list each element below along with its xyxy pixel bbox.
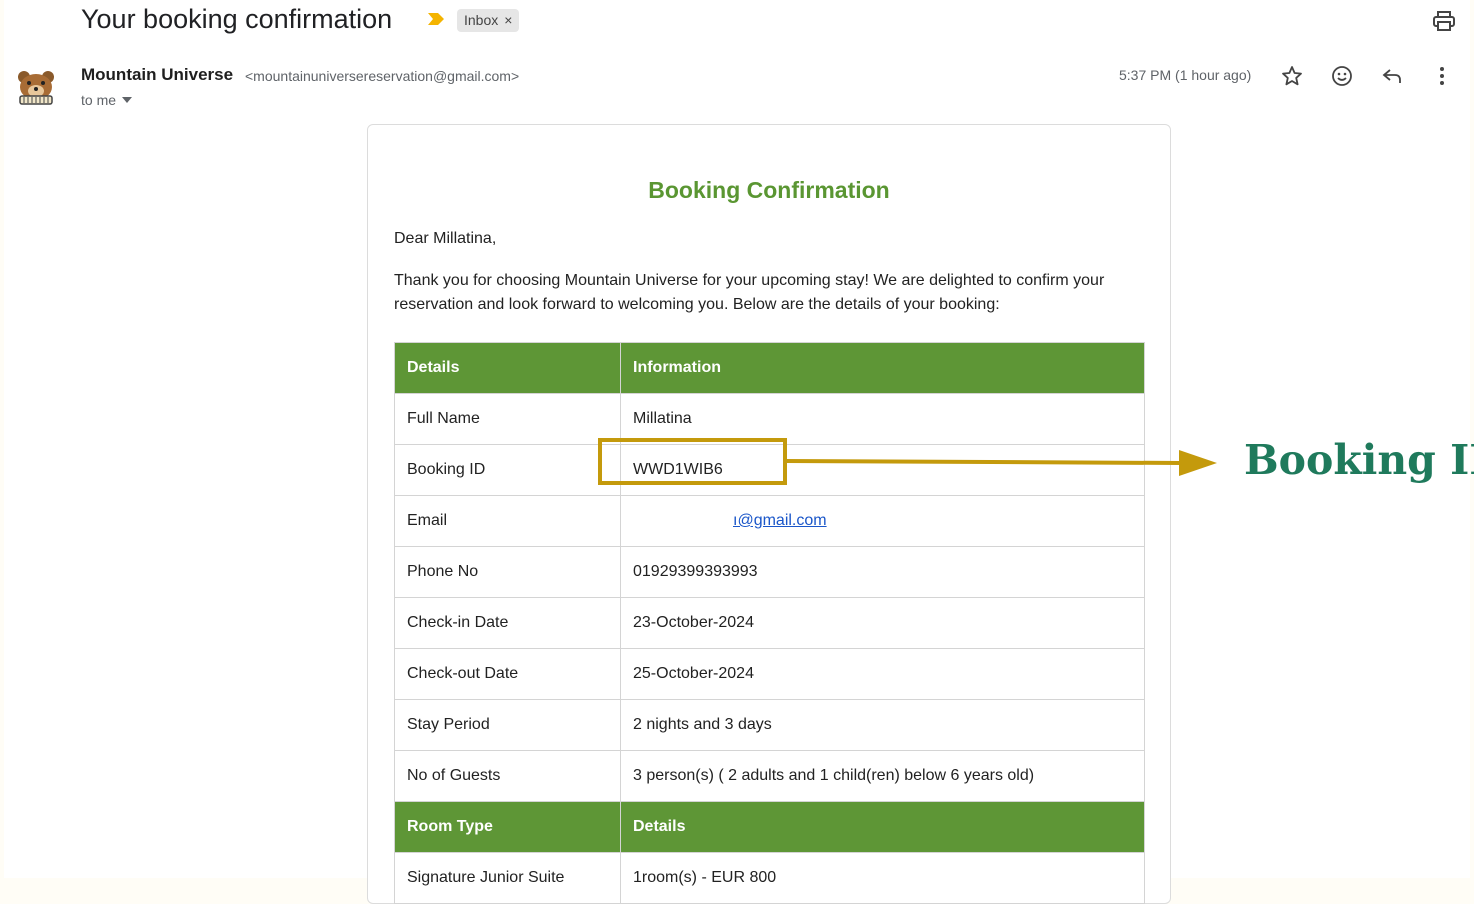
row-label: No of Guests — [394, 750, 621, 802]
email-timestamp: 5:37 PM (1 hour ago) — [1119, 67, 1252, 83]
table-row: Signature Junior Suite 1room(s) - EUR 80… — [394, 852, 1145, 904]
table-header-row: Details Information — [394, 342, 1145, 394]
row-value: 23-October-2024 — [620, 597, 1145, 649]
row-label: Check-out Date — [394, 648, 621, 700]
greeting: Dear Millatina, — [394, 230, 497, 247]
table-row: Check-out Date 25-October-2024 — [394, 648, 1145, 700]
table-row: Email xı@gmail.com — [394, 495, 1145, 547]
annotation-label: Booking ID — [1244, 436, 1474, 484]
header-room-type: Room Type — [394, 801, 621, 853]
intro-paragraph: Thank you for choosing Mountain Universe… — [394, 272, 1105, 313]
email-link[interactable]: ı@gmail.com — [733, 512, 827, 529]
more-vert-icon[interactable] — [1430, 64, 1454, 88]
remove-label-button[interactable]: × — [504, 9, 512, 32]
booking-table: Details Information Full Name Millatina … — [394, 342, 1145, 904]
row-value: 1room(s) - EUR 800 — [620, 852, 1145, 904]
email-subject: Your booking confirmation — [81, 4, 393, 34]
row-label: Check-in Date — [394, 597, 621, 649]
recipient-text: to me — [81, 92, 117, 108]
row-label: Full Name — [394, 393, 621, 445]
room-header-row: Room Type Details — [394, 801, 1145, 853]
table-row: Full Name Millatina — [394, 393, 1145, 445]
row-value: 3 person(s) ( 2 adults and 1 child(ren) … — [620, 750, 1145, 802]
row-value: Millatina — [620, 393, 1145, 445]
sender-name: Mountain Universe — [81, 65, 234, 84]
sender-email: <mountainuniversereservation@gmail.com> — [245, 68, 520, 84]
row-value: 2 nights and 3 days — [620, 699, 1145, 751]
row-label: Booking ID — [394, 444, 621, 496]
row-label: Signature Junior Suite — [394, 852, 621, 904]
table-row: Check-in Date 23-October-2024 — [394, 597, 1145, 649]
email-body-card: Booking Confirmation Dear Millatina, Tha… — [367, 124, 1171, 904]
booking-id-highlight — [598, 438, 787, 485]
email-view: Your booking confirmation Inbox × Mounta… — [4, 0, 1474, 904]
print-icon[interactable] — [1432, 10, 1456, 32]
reply-icon[interactable] — [1380, 64, 1404, 88]
row-label: Email — [394, 495, 621, 547]
annotation-arrow-icon — [785, 450, 1217, 476]
emoji-icon[interactable] — [1330, 64, 1354, 88]
header-room-details: Details — [620, 801, 1145, 853]
table-row: No of Guests 3 person(s) ( 2 adults and … — [394, 750, 1145, 802]
header-information: Information — [620, 342, 1145, 394]
dropdown-caret-icon — [122, 97, 133, 103]
star-icon[interactable] — [1280, 64, 1304, 88]
important-marker-icon[interactable] — [427, 12, 445, 26]
recipient-details-toggle[interactable]: to me — [81, 92, 133, 108]
row-value: xı@gmail.com — [620, 495, 1145, 547]
header-details: Details — [394, 342, 621, 394]
table-row: Stay Period 2 nights and 3 days — [394, 699, 1145, 751]
inbox-label: Inbox — [464, 12, 499, 28]
inbox-label-chip: Inbox × — [457, 9, 520, 32]
row-value: 25-October-2024 — [620, 648, 1145, 700]
row-label: Phone No — [394, 546, 621, 598]
body-title: Booking Confirmation — [648, 177, 890, 203]
row-label: Stay Period — [394, 699, 621, 751]
bear-avatar-icon — [18, 71, 54, 105]
table-row: Phone No 01929399393993 — [394, 546, 1145, 598]
redacted-region: x — [633, 512, 733, 530]
row-value: 01929399393993 — [620, 546, 1145, 598]
